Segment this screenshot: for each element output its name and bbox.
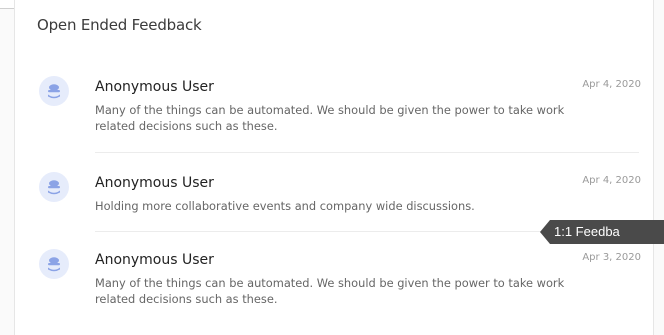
card-title: Open Ended Feedback bbox=[37, 16, 202, 34]
user-avatar-icon bbox=[39, 76, 69, 106]
feedback-author: Anonymous User bbox=[95, 79, 214, 95]
user-avatar-glyph bbox=[48, 257, 60, 272]
tag-label: 1:1 Feedba bbox=[550, 220, 664, 244]
user-avatar-glyph bbox=[48, 84, 60, 99]
user-avatar-icon bbox=[39, 172, 69, 202]
open-ended-feedback-card: Open Ended Feedback Anonymous User Apr 4… bbox=[14, 0, 654, 335]
feedback-author: Anonymous User bbox=[95, 175, 214, 191]
feedback-item: Anonymous User Apr 4, 2020 Many of the t… bbox=[15, 76, 655, 156]
user-avatar-icon bbox=[39, 249, 69, 279]
feedback-text: Many of the things can be automated. We … bbox=[95, 103, 565, 133]
feedback-text: Holding more collaborative events and co… bbox=[95, 199, 475, 213]
feedback-date: Apr 3, 2020 bbox=[582, 252, 641, 263]
feedback-tag[interactable]: 1:1 Feedba bbox=[540, 220, 664, 244]
user-avatar-glyph bbox=[48, 180, 60, 195]
feedback-date: Apr 4, 2020 bbox=[582, 175, 641, 186]
screenshot-canvas: Open Ended Feedback Anonymous User Apr 4… bbox=[0, 0, 664, 335]
tag-arrow bbox=[540, 220, 550, 244]
feedback-divider bbox=[95, 152, 639, 153]
feedback-text: Many of the things can be automated. We … bbox=[95, 276, 565, 306]
feedback-date: Apr 4, 2020 bbox=[582, 79, 641, 90]
feedback-author: Anonymous User bbox=[95, 252, 214, 268]
feedback-item: Anonymous User Apr 3, 2020 Many of the t… bbox=[15, 249, 655, 329]
